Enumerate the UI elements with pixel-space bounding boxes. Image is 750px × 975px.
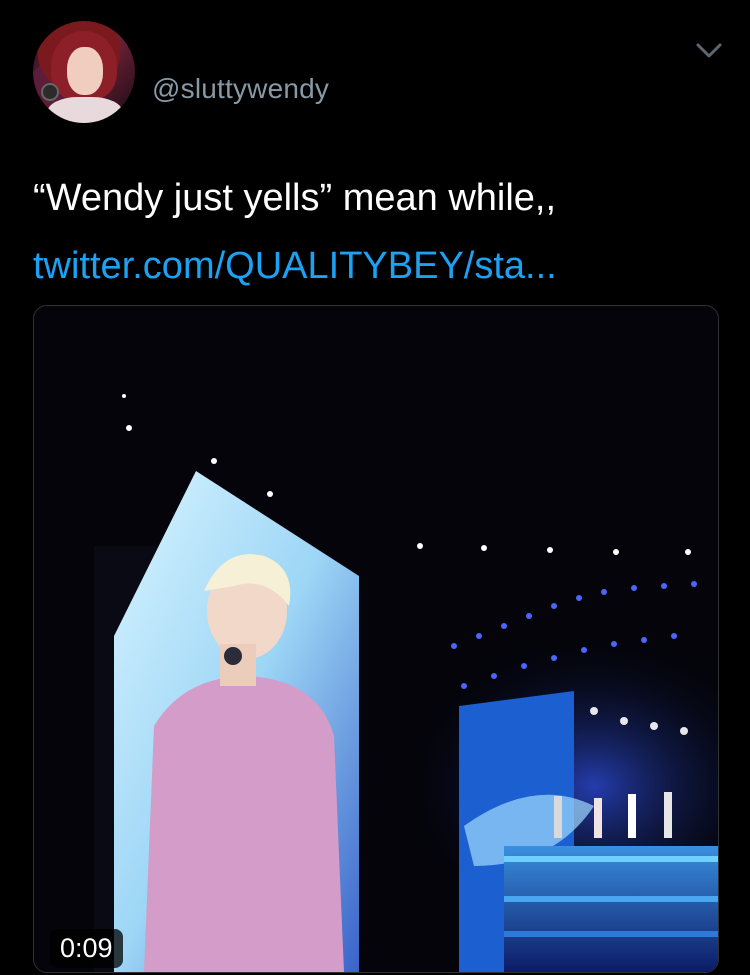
video-duration-badge: 0:09 <box>50 929 123 968</box>
user-handle[interactable]: @sluttywendy <box>152 73 329 105</box>
microphone-icon <box>41 83 59 101</box>
chevron-down-icon[interactable] <box>696 42 722 60</box>
video-frame <box>34 306 718 972</box>
avatar[interactable] <box>33 21 135 123</box>
avatar-shoulder <box>47 97 123 123</box>
tweet-text: “Wendy just yells” mean while,, <box>33 177 557 219</box>
video-player[interactable] <box>33 305 719 973</box>
avatar-face <box>67 47 103 95</box>
tweet-link[interactable]: twitter.com/QUALITYBEY/sta... <box>33 238 557 294</box>
